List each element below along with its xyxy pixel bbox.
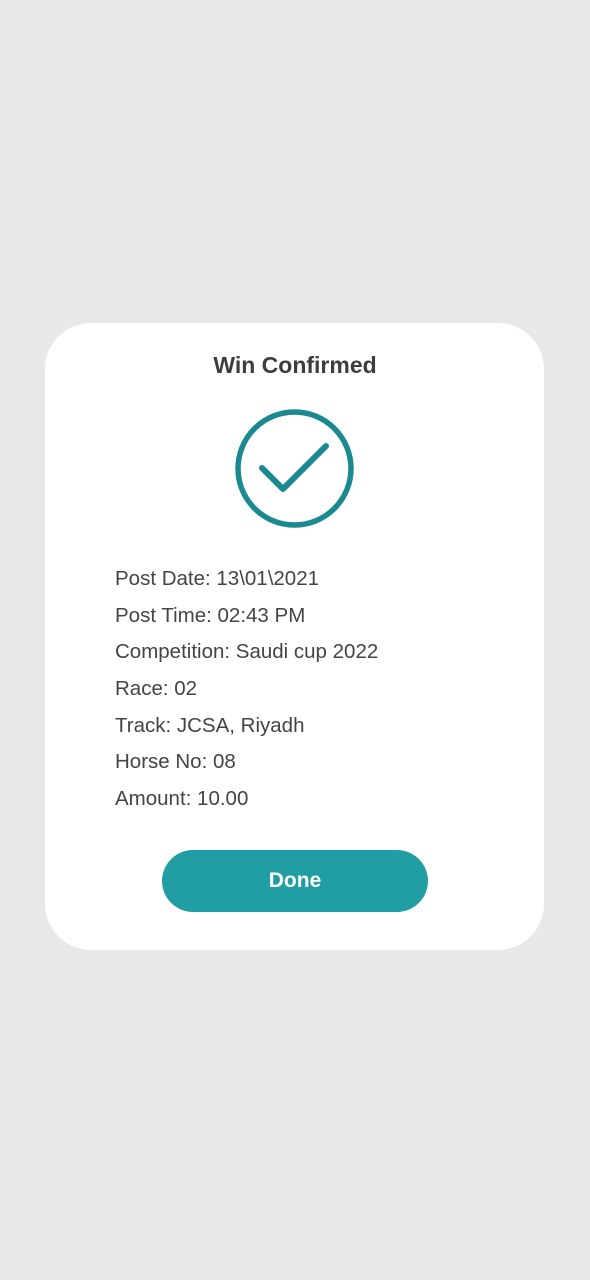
screen: { "dialog": { "title": "Win Confirmed", … bbox=[0, 0, 590, 1280]
dialog-title: Win Confirmed bbox=[213, 352, 377, 378]
detail-post-date: Post Date: 13\01\2021 bbox=[115, 567, 320, 590]
check-circle-icon bbox=[235, 409, 354, 528]
bet-details-list: Post Date: 13\01\2021 Post Time: 02:43 P… bbox=[115, 561, 378, 818]
done-button[interactable]: Done bbox=[162, 850, 428, 912]
detail-horse-no: Horse No: 08 bbox=[115, 750, 236, 774]
detail-post-time: Post Time: 02:43 PM bbox=[115, 603, 306, 627]
detail-competition: Competition: Saudi cup 2022 bbox=[115, 640, 379, 664]
detail-race: Race: 02 bbox=[115, 677, 198, 701]
detail-amount: Amount: 10.00 bbox=[115, 787, 249, 811]
detail-track: Track: JCSA, Riyadh bbox=[115, 713, 305, 737]
